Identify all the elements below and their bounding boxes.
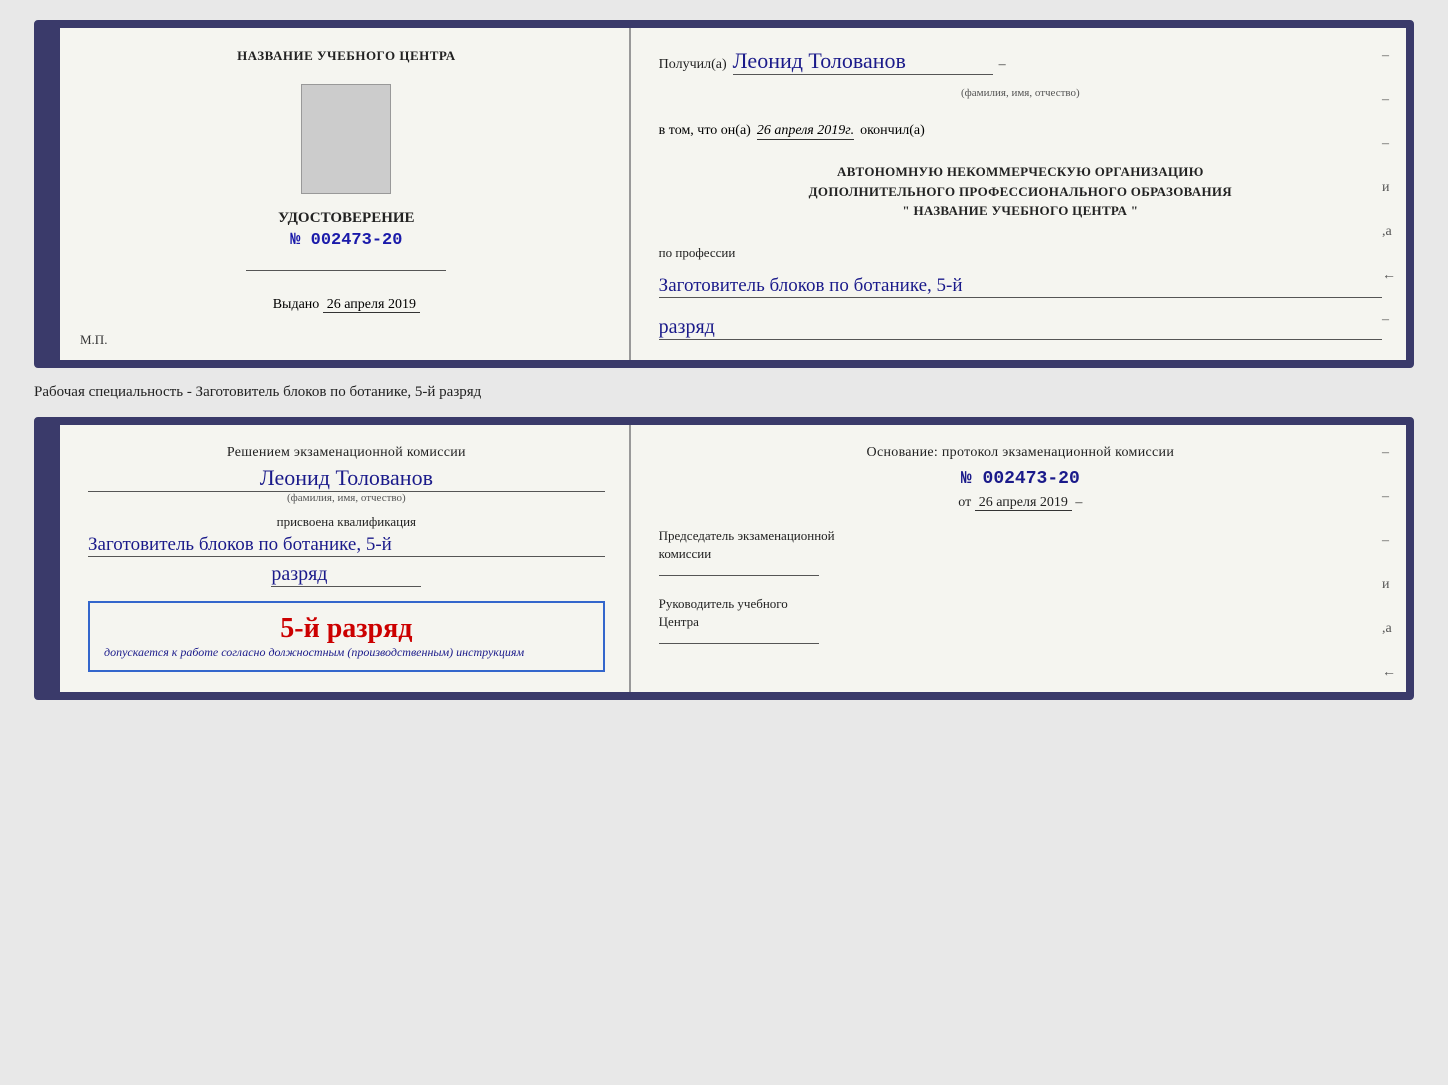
autonomous-line1: АВТОНОМНУЮ НЕКОММЕРЧЕСКУЮ ОРГАНИЗАЦИЮ bbox=[659, 162, 1382, 182]
bottom-doc-left: Решением экзаменационной комиссии Леонид… bbox=[60, 425, 631, 692]
top-doc-right: Получил(а) Леонид Толованов – (фамилия, … bbox=[631, 28, 1406, 360]
stamp-razryad: 5-й разряд bbox=[104, 613, 589, 645]
ot-date-block: от 26 апреля 2019 – bbox=[659, 495, 1382, 511]
received-block: Получил(а) Леонид Толованов – bbox=[659, 48, 1382, 75]
osnovanie-label: Основание: протокол экзаменационной коми… bbox=[659, 445, 1382, 461]
resheniem-label: Решением экзаменационной комиссии bbox=[88, 445, 605, 461]
predsedatel-line1: Председатель экзаменационной bbox=[659, 527, 1382, 545]
rukovoditel-line2: Центра bbox=[659, 613, 1382, 631]
rukovoditel-block: Руководитель учебного Центра bbox=[659, 595, 1382, 650]
autonomous-line2: ДОПОЛНИТЕЛЬНОГО ПРОФЕССИОНАЛЬНОГО ОБРАЗО… bbox=[659, 182, 1382, 202]
right-dashes-bottom: – – – и ,а ← – – – – bbox=[1382, 445, 1396, 700]
top-doc-left: НАЗВАНИЕ УЧЕБНОГО ЦЕНТРА УДОСТОВЕРЕНИЕ №… bbox=[60, 28, 631, 360]
dash1: – bbox=[999, 57, 1006, 73]
okonchill-label: окончил(а) bbox=[860, 123, 925, 139]
bottom-razryad: разряд bbox=[271, 563, 421, 587]
rukovoditel-sig-line bbox=[659, 643, 819, 644]
bottom-document: Решением экзаменационной комиссии Леонид… bbox=[34, 417, 1414, 700]
bottom-profession: Заготовитель блоков по ботанике, 5-й bbox=[88, 534, 605, 557]
cert-title: УДОСТОВЕРЕНИЕ bbox=[278, 210, 415, 227]
predsedatel-line2: комиссии bbox=[659, 545, 1382, 563]
bottom-fio-subtitle: (фамилия, имя, отчество) bbox=[88, 492, 605, 504]
prisvoena-label: присвоена квалификация bbox=[277, 514, 416, 530]
protocol-number: № 002473-20 bbox=[659, 469, 1382, 489]
vtom-block: в том, что он(а) 26 апреля 2019г. окончи… bbox=[659, 123, 1382, 140]
rukovoditel-line1: Руководитель учебного bbox=[659, 595, 1382, 613]
top-center-title: НАЗВАНИЕ УЧЕБНОГО ЦЕНТРА bbox=[237, 48, 456, 64]
mp-label: М.П. bbox=[80, 332, 107, 348]
bottom-doc-right: Основание: протокол экзаменационной коми… bbox=[631, 425, 1406, 692]
predsedatel-sig-line bbox=[659, 575, 819, 576]
issued-label: Выдано bbox=[273, 297, 320, 312]
top-razryad: разряд bbox=[659, 316, 1382, 340]
issued-date: 26 апреля 2019 bbox=[323, 297, 420, 313]
spine-top bbox=[42, 28, 60, 360]
fio-subtitle-top: (фамилия, имя, отчество) bbox=[659, 87, 1382, 99]
predsedatel-block: Председатель экзаменационной комиссии bbox=[659, 527, 1382, 582]
separator-text: Рабочая специальность - Заготовитель бло… bbox=[34, 384, 1414, 401]
photo-placeholder bbox=[301, 84, 391, 194]
autonomous-block: АВТОНОМНУЮ НЕКОММЕРЧЕСКУЮ ОРГАНИЗАЦИЮ ДО… bbox=[659, 162, 1382, 221]
top-profession: Заготовитель блоков по ботанике, 5-й bbox=[659, 275, 1382, 298]
dopuskaetsya: допускается к работе согласно должностны… bbox=[104, 645, 589, 660]
ot-date-value: 26 апреля 2019 bbox=[975, 495, 1072, 511]
cert-number: № 002473-20 bbox=[290, 231, 402, 250]
bottom-name: Леонид Толованов bbox=[88, 465, 605, 492]
received-label: Получил(а) bbox=[659, 57, 727, 73]
ot-label: от bbox=[958, 495, 971, 510]
vtom-label: в том, что он(а) bbox=[659, 123, 751, 139]
autonomous-line3: " НАЗВАНИЕ УЧЕБНОГО ЦЕНТРА " bbox=[659, 201, 1382, 221]
stamp-box: 5-й разряд допускается к работе согласно… bbox=[88, 601, 605, 672]
spine-bottom bbox=[42, 425, 60, 692]
issued-line: Выдано 26 апреля 2019 bbox=[273, 297, 420, 313]
po-professii-label: по профессии bbox=[659, 245, 1382, 261]
vtom-date: 26 апреля 2019г. bbox=[757, 123, 854, 140]
top-document: НАЗВАНИЕ УЧЕБНОГО ЦЕНТРА УДОСТОВЕРЕНИЕ №… bbox=[34, 20, 1414, 368]
received-name: Леонид Толованов bbox=[733, 48, 993, 75]
right-dashes-top: – – – и ,а ← – – – – bbox=[1382, 48, 1396, 368]
